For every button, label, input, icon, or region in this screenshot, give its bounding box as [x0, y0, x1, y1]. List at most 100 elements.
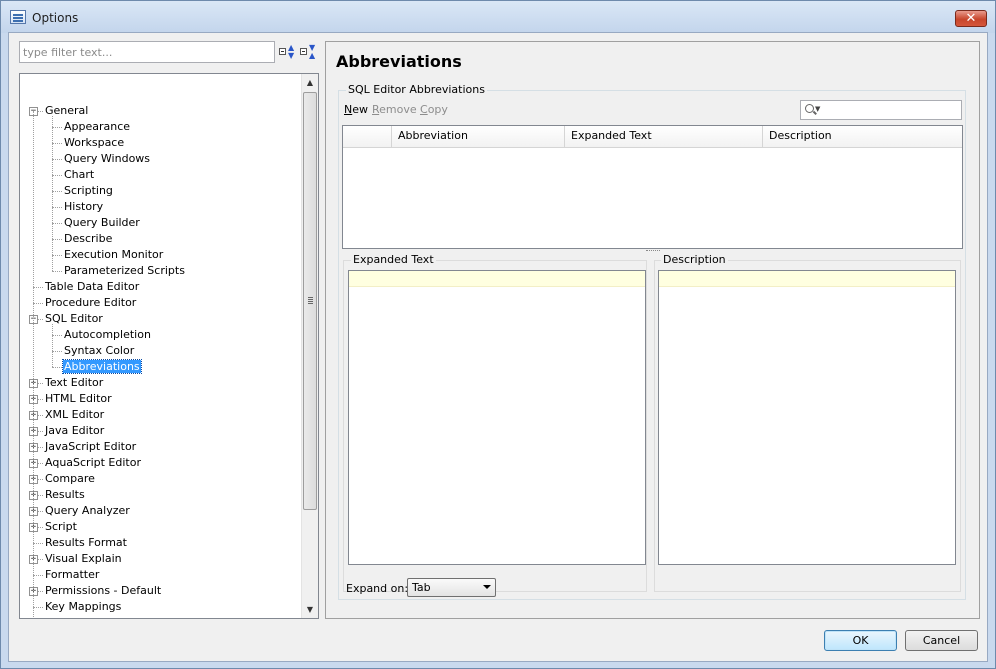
tree-item[interactable]: Chart — [63, 167, 95, 183]
group-label: SQL Editor Abbreviations — [346, 83, 487, 96]
tree-item-label: General — [45, 104, 89, 117]
tree-item[interactable]: Scripting — [63, 183, 114, 199]
search-icon — [805, 104, 814, 113]
tree-item-label: Script — [45, 520, 77, 533]
search-input[interactable]: ▼ — [800, 100, 962, 120]
expand-on-select[interactable]: Tab — [407, 578, 496, 597]
tree-item[interactable]: XML Editor — [44, 407, 105, 423]
description-editor[interactable] — [658, 270, 956, 565]
dialog-client-area: ▲ ▼ ▼ ▲ General−AppearanceWorkspaceQuery… — [8, 32, 988, 662]
options-window: Options ✕ ▲ ▼ ▼ ▲ General−AppearanceWork… — [0, 0, 996, 669]
tree-item[interactable]: History — [63, 199, 104, 215]
tree-item[interactable]: Table Data Editor — [44, 279, 140, 295]
tree-item[interactable]: Parameterized Scripts — [63, 263, 186, 279]
tree-item[interactable]: Permissions - Default — [44, 583, 162, 599]
tree-item-label: Results Format — [45, 536, 127, 549]
chevron-down-icon — [483, 585, 491, 589]
tree-item-label: XML Editor — [45, 408, 105, 421]
tree-item-label: Query Analyzer — [45, 504, 130, 517]
tree-item-label: Appearance — [64, 120, 131, 133]
tree-item[interactable]: Execution Monitor — [63, 247, 164, 263]
tree-item[interactable]: Appearance — [63, 119, 131, 135]
tree-item[interactable]: Results — [44, 487, 86, 503]
tree-item[interactable]: General — [44, 103, 89, 119]
tree-item-label: Workspace — [64, 136, 125, 149]
filter-input[interactable] — [19, 41, 275, 63]
tree-item-label: Chart — [64, 168, 95, 181]
tree-item-label: Scripting — [64, 184, 113, 197]
column-expanded-text[interactable]: Expanded Text — [565, 126, 763, 147]
tree-item[interactable]: Key Mappings — [44, 599, 122, 615]
tree-item[interactable]: Results Format — [44, 535, 128, 551]
tree-item-label: Permissions - Default — [45, 584, 162, 597]
tree-item[interactable]: Text Editor — [44, 375, 104, 391]
tree-item-label: Syntax Color — [64, 344, 135, 357]
tree-item[interactable]: Query Builder — [63, 215, 141, 231]
tree-item-label: Registration Defaults — [44, 616, 162, 618]
tree-item[interactable]: HTML Editor — [44, 391, 113, 407]
scroll-thumb[interactable] — [303, 92, 317, 510]
tree-item[interactable]: AquaScript Editor — [44, 455, 142, 471]
cancel-button[interactable]: Cancel — [905, 630, 978, 651]
tree-item[interactable]: Formatter — [44, 567, 100, 583]
abbreviations-table[interactable]: Abbreviation Expanded Text Description — [342, 125, 963, 249]
scroll-up-icon[interactable]: ▲ — [302, 74, 318, 91]
expand-all-icon[interactable]: ▲ ▼ — [279, 44, 296, 61]
scroll-down-icon[interactable]: ▼ — [302, 601, 318, 618]
splitter-handle[interactable] — [646, 250, 660, 253]
tree-item-label: History — [64, 200, 104, 213]
tree-item-label: Query Windows — [64, 152, 151, 165]
tree-item-label: Text Editor — [45, 376, 104, 389]
expand-on-label: Expand on: — [346, 582, 409, 595]
tree-item-label: Java Editor — [45, 424, 105, 437]
column-description[interactable]: Description — [763, 126, 962, 147]
tree-item[interactable]: Autocompletion — [63, 327, 152, 343]
title-bar: Options ✕ — [1, 1, 995, 33]
tree-item[interactable]: Script — [44, 519, 78, 535]
expand-on-value: Tab — [412, 581, 431, 594]
page-title: Abbreviations — [336, 52, 462, 71]
tree-item[interactable]: Registration Defaults — [44, 615, 162, 618]
collapse-all-icon[interactable]: ▼ ▲ — [300, 44, 317, 61]
tree-item-label: Table Data Editor — [45, 280, 140, 293]
new-button[interactable]: New — [344, 103, 368, 116]
chevron-down-icon: ▼ — [815, 105, 821, 113]
tree-item-label: Key Mappings — [45, 600, 122, 613]
close-button[interactable]: ✕ — [955, 10, 987, 27]
tree-item-label: Describe — [64, 232, 113, 245]
options-tree[interactable]: General − Appearance Workspace Query Windows… — [19, 73, 319, 619]
row-header-column — [343, 126, 392, 147]
tree-item-label: HTML Editor — [45, 392, 112, 405]
tree-item[interactable]: Describe — [63, 231, 113, 247]
tree-item[interactable]: Procedure Editor — [44, 295, 137, 311]
tree-item[interactable]: Compare — [44, 471, 96, 487]
tree-item[interactable]: Query Analyzer — [44, 503, 131, 519]
description-label: Description — [661, 253, 728, 266]
expanded-text-label: Expanded Text — [351, 253, 436, 266]
remove-button[interactable]: Remove — [372, 103, 417, 116]
tree-item-label: JavaScript Editor — [45, 440, 137, 453]
tree-item[interactable]: Syntax Color — [63, 343, 135, 359]
tree-item-label: Results — [45, 488, 85, 501]
copy-button[interactable]: Copy — [420, 103, 448, 116]
settings-panel: Abbreviations SQL Editor Abbreviations N… — [325, 41, 980, 619]
tree-item[interactable]: Abbreviations — [62, 359, 142, 375]
tree-item[interactable]: Java Editor — [44, 423, 105, 439]
column-abbreviation[interactable]: Abbreviation — [392, 126, 565, 147]
tree-item[interactable]: Visual Explain — [44, 551, 123, 567]
tree-item[interactable]: Workspace — [63, 135, 125, 151]
tree-item[interactable]: Query Windows — [63, 151, 151, 167]
table-header: Abbreviation Expanded Text Description — [343, 126, 962, 148]
tree-item[interactable]: JavaScript Editor — [44, 439, 137, 455]
window-title: Options — [32, 11, 79, 25]
tree-item-label: Parameterized Scripts — [64, 264, 185, 277]
tree-item-label: Compare — [45, 472, 95, 485]
ok-button[interactable]: OK — [824, 630, 897, 651]
options-window-icon — [10, 10, 26, 24]
tree-item-label: Execution Monitor — [64, 248, 164, 261]
tree-item-label: Abbreviations — [62, 359, 142, 374]
expanded-text-editor[interactable] — [348, 270, 646, 565]
tree-item-label: Procedure Editor — [45, 296, 137, 309]
tree-item-label: Query Builder — [64, 216, 140, 229]
tree-scrollbar[interactable]: ▲ ▼ — [301, 74, 318, 618]
